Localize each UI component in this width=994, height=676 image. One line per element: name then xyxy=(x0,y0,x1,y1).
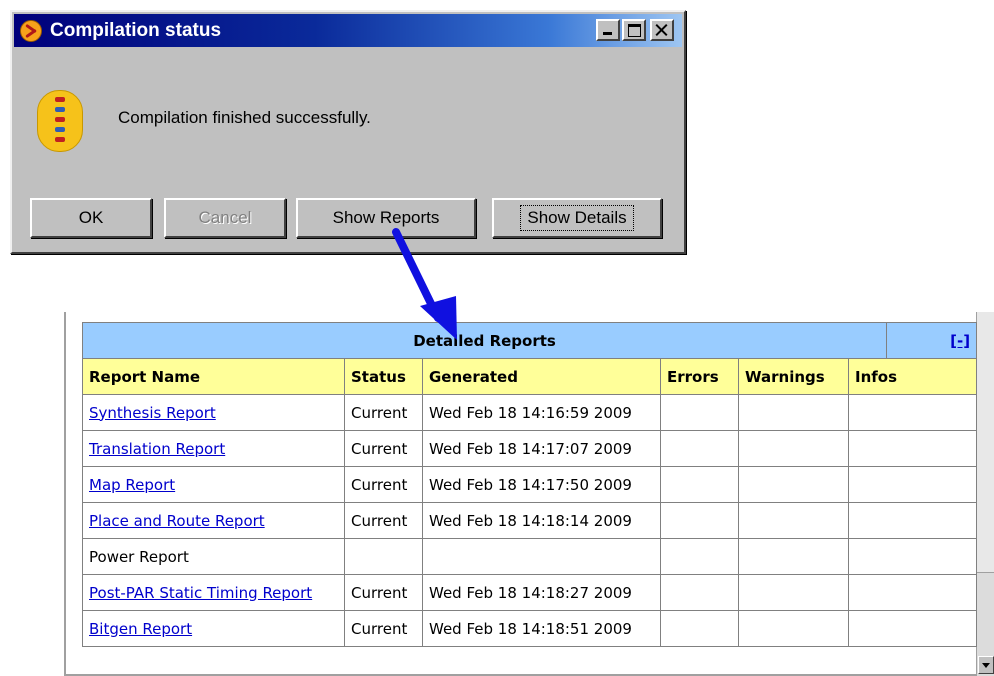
cell-text: Wed Feb 18 14:17:50 2009 xyxy=(429,475,632,494)
report-link[interactable]: Post-PAR Static Timing Report xyxy=(89,584,312,602)
report-link[interactable]: Map Report xyxy=(89,476,175,494)
table-row: Translation Report Current Wed Feb 18 14:1… xyxy=(82,430,978,467)
report-warnings-cell xyxy=(738,502,849,539)
report-errors-cell xyxy=(660,538,739,575)
report-warnings-cell xyxy=(738,538,849,575)
report-errors-cell xyxy=(660,610,739,647)
report-status-cell xyxy=(344,538,423,575)
cancel-button[interactable]: Cancel xyxy=(164,198,286,238)
cell-text: Current xyxy=(351,475,408,494)
cell-text: Wed Feb 18 14:17:07 2009 xyxy=(429,439,632,458)
report-name-cell: Synthesis Report xyxy=(82,394,345,431)
close-icon[interactable] xyxy=(650,19,674,41)
dialog-title: Compilation status xyxy=(50,19,222,41)
report-errors-cell xyxy=(660,394,739,431)
compilation-status-dialog: Compilation status Compilation finished … xyxy=(10,10,686,254)
report-errors-cell xyxy=(660,466,739,503)
cell-text: Current xyxy=(351,583,408,602)
window-controls xyxy=(596,19,674,41)
report-generated-cell: Wed Feb 18 14:17:07 2009 xyxy=(422,430,661,467)
column-header-warnings: Warnings xyxy=(738,358,849,395)
report-infos-cell xyxy=(847,538,978,575)
report-link[interactable]: Bitgen Report xyxy=(89,620,192,638)
detailed-reports-table: Detailed Reports [-] Report Name Status … xyxy=(81,322,978,647)
report-status-cell: Current xyxy=(344,502,423,539)
table-row: Map Report Current Wed Feb 18 14:17:50 200… xyxy=(82,466,978,503)
cell-text: Current xyxy=(351,619,408,638)
report-warnings-cell xyxy=(738,430,849,467)
report-generated-cell: Wed Feb 18 14:16:59 2009 xyxy=(422,394,661,431)
minimize-icon[interactable] xyxy=(596,19,620,41)
ok-button[interactable]: OK xyxy=(30,198,152,238)
column-header-infos: Infos xyxy=(847,358,978,395)
scrollbar-thumb[interactable] xyxy=(977,312,994,573)
table-row: Post-PAR Static Timing Report Current Wed … xyxy=(82,574,978,611)
report-infos-cell xyxy=(847,574,978,611)
table-row: Bitgen Report Current Wed Feb 18 14:18:51 … xyxy=(82,610,978,647)
show-details-label: Show Details xyxy=(520,205,634,231)
show-details-button[interactable]: Show Details xyxy=(492,198,662,238)
column-header-row: Report Name Status Generated Errors Warn… xyxy=(82,358,978,395)
report-generated-cell: Wed Feb 18 14:18:51 2009 xyxy=(422,610,661,647)
report-status-cell: Current xyxy=(344,610,423,647)
report-link[interactable]: Place and Route Report xyxy=(89,512,265,530)
report-errors-cell xyxy=(660,430,739,467)
report-status-cell: Current xyxy=(344,394,423,431)
report-status-cell: Current xyxy=(344,430,423,467)
scroll-down-icon[interactable] xyxy=(978,656,994,674)
report-status-cell: Current xyxy=(344,466,423,503)
report-rows: Synthesis Report Current Wed Feb 18 14:16:… xyxy=(82,394,978,647)
success-info-icon xyxy=(37,90,83,152)
report-link[interactable]: Translation Report xyxy=(89,440,225,458)
report-generated-cell: Wed Feb 18 14:18:27 2009 xyxy=(422,574,661,611)
report-warnings-cell xyxy=(738,466,849,503)
report-infos-cell xyxy=(847,394,978,431)
show-reports-button[interactable]: Show Reports xyxy=(296,198,476,238)
cell-text: Wed Feb 18 14:18:27 2009 xyxy=(429,583,632,602)
column-header-report-name: Report Name xyxy=(82,358,345,395)
report-warnings-cell xyxy=(738,610,849,647)
cell-text: Current xyxy=(351,511,408,530)
cell-text: Wed Feb 18 14:16:59 2009 xyxy=(429,403,632,422)
table-row: Place and Route Report Current Wed Feb 18 … xyxy=(82,502,978,539)
column-header-status: Status xyxy=(344,358,423,395)
report-infos-cell xyxy=(847,430,978,467)
column-header-generated: Generated xyxy=(422,358,661,395)
report-generated-cell: Wed Feb 18 14:17:50 2009 xyxy=(422,466,661,503)
cell-text: Wed Feb 18 14:18:14 2009 xyxy=(429,511,632,530)
maximize-icon[interactable] xyxy=(622,19,646,41)
report-name-cell: Post-PAR Static Timing Report xyxy=(82,574,345,611)
dialog-title-bar[interactable]: Compilation status xyxy=(14,14,682,47)
report-name-cell: Translation Report xyxy=(82,430,345,467)
report-name-cell: Place and Route Report xyxy=(82,502,345,539)
report-warnings-cell xyxy=(738,574,849,611)
cell-text: Power Report xyxy=(89,547,189,566)
cell-text: Wed Feb 18 14:18:51 2009 xyxy=(429,619,632,638)
report-name-cell: Map Report xyxy=(82,466,345,503)
collapse-toggle-cell: [-] xyxy=(886,322,978,359)
table-title: Detailed Reports xyxy=(81,322,888,359)
cell-text: Current xyxy=(351,439,408,458)
compilation-app-icon xyxy=(20,19,42,42)
report-link[interactable]: Synthesis Report xyxy=(89,404,216,422)
collapse-toggle-link[interactable]: [-] xyxy=(950,332,970,350)
status-message: Compilation finished successfully. xyxy=(118,108,371,127)
report-infos-cell xyxy=(847,466,978,503)
report-errors-cell xyxy=(660,502,739,539)
report-warnings-cell xyxy=(738,394,849,431)
table-row: Synthesis Report Current Wed Feb 18 14:16:… xyxy=(82,394,978,431)
report-infos-cell xyxy=(847,502,978,539)
report-name-cell: Power Report xyxy=(82,538,345,575)
report-generated-cell xyxy=(422,538,661,575)
cell-text: Current xyxy=(351,403,408,422)
report-infos-cell xyxy=(847,610,978,647)
vertical-scrollbar[interactable] xyxy=(976,312,994,676)
report-name-cell: Bitgen Report xyxy=(82,610,345,647)
report-status-cell: Current xyxy=(344,574,423,611)
report-generated-cell: Wed Feb 18 14:18:14 2009 xyxy=(422,502,661,539)
table-title-row: Detailed Reports [-] xyxy=(81,322,978,359)
report-errors-cell xyxy=(660,574,739,611)
table-row: Power Report xyxy=(82,538,978,575)
column-header-errors: Errors xyxy=(660,358,739,395)
